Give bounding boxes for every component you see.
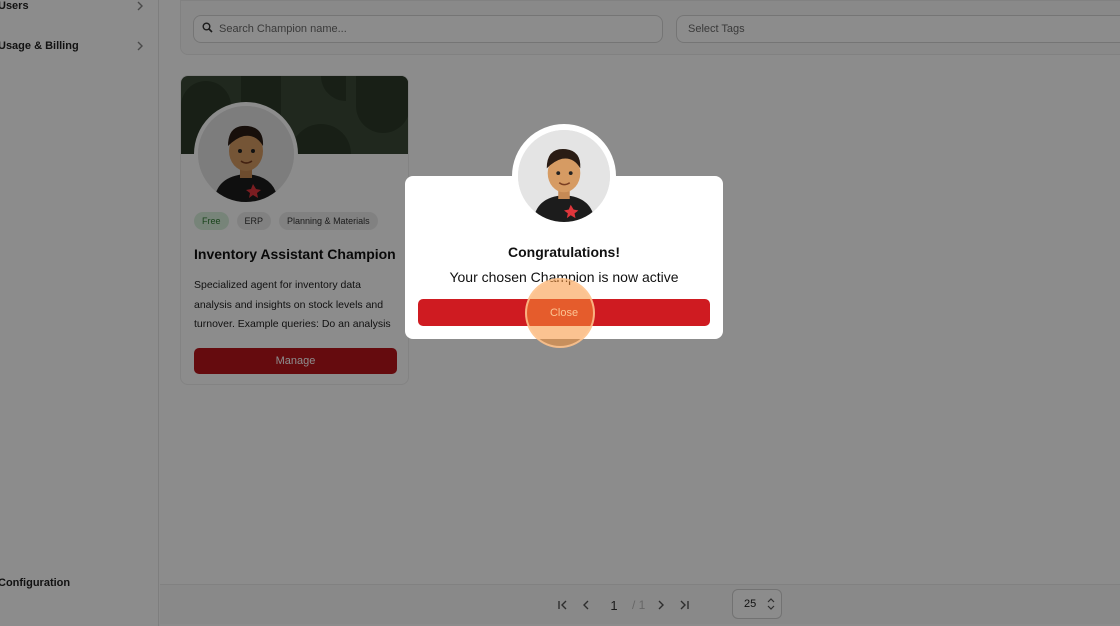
close-button[interactable]: Close	[418, 299, 710, 326]
modal-champion-avatar	[512, 124, 616, 228]
modal-title: Congratulations!	[508, 244, 620, 260]
modal-message: Your chosen Champion is now active	[449, 269, 679, 285]
